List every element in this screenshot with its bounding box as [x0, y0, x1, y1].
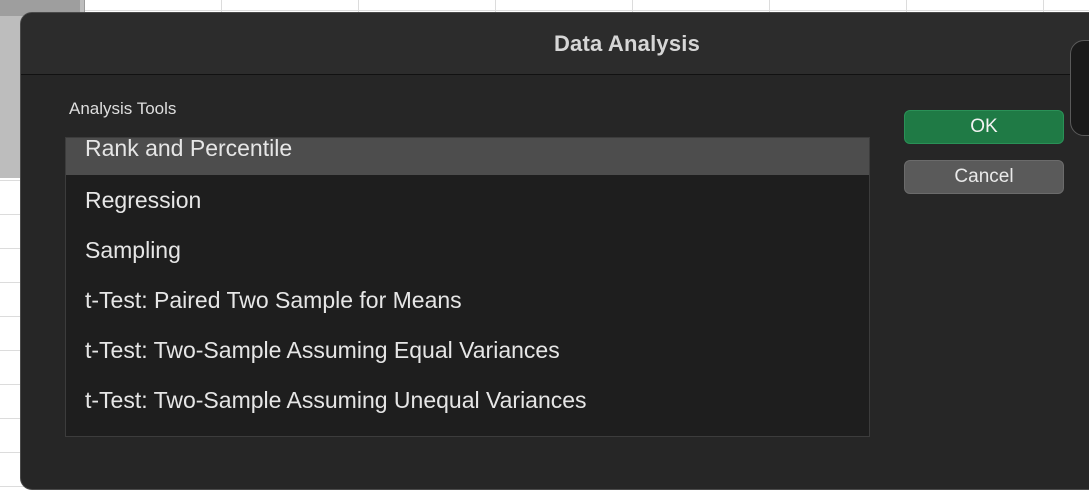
list-item-sampling[interactable]: Sampling	[66, 225, 869, 275]
ok-button[interactable]: OK	[904, 110, 1064, 144]
list-item-regression[interactable]: Regression	[66, 175, 869, 225]
side-panel-edge	[1070, 40, 1089, 136]
list-item-t-test-equal-variances[interactable]: t-Test: Two-Sample Assuming Equal Varian…	[66, 325, 869, 375]
analysis-tools-list[interactable]: Rank and Percentile Regression Sampling …	[65, 137, 870, 437]
dialog-title: Data Analysis	[553, 30, 701, 56]
list-item-t-test-paired[interactable]: t-Test: Paired Two Sample for Means	[66, 275, 869, 325]
analysis-tools-label: Analysis Tools	[69, 99, 177, 118]
list-item-t-test-unequal-variances[interactable]: t-Test: Two-Sample Assuming Unequal Vari…	[66, 375, 869, 425]
list-item-rank-and-percentile[interactable]: Rank and Percentile	[66, 138, 869, 175]
dialog-titlebar: Data Analysis	[21, 13, 1089, 75]
data-analysis-dialog: Data Analysis Analysis Tools Rank and Pe…	[20, 12, 1089, 490]
cancel-button[interactable]: Cancel	[904, 160, 1064, 194]
